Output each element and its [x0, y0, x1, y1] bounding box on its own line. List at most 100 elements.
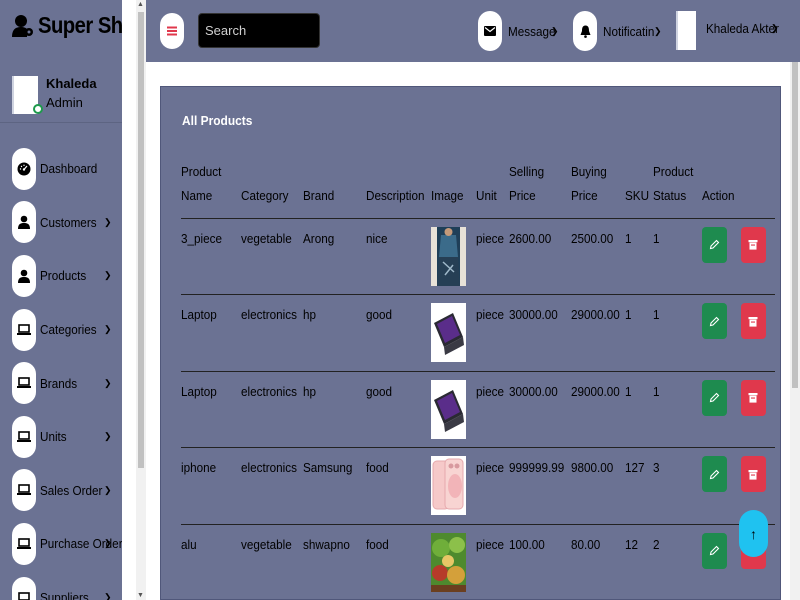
column-header-image: Image [431, 187, 464, 203]
laptop-icon [12, 362, 36, 405]
laptop-icon [12, 415, 36, 458]
edit-button[interactable] [701, 379, 727, 416]
cell-brand: hp [303, 307, 317, 322]
profile-role: Admin [46, 95, 83, 110]
trash-icon [748, 316, 758, 327]
delete-button[interactable] [740, 379, 766, 416]
laptop-icon [12, 522, 36, 565]
sidebar-item-label: Customers [40, 214, 97, 230]
sidebar: Super Shope Khaleda Admin Dashboard Cust… [0, 0, 122, 600]
edit-button[interactable] [701, 226, 727, 263]
user-avatar[interactable] [676, 11, 696, 50]
products-panel: All Products Product Name Category Brand … [160, 86, 781, 600]
cell-description: food [366, 536, 389, 552]
cell-buying-price: 80.00 [570, 536, 600, 552]
brand-logo[interactable]: Super Shope [12, 12, 122, 39]
trash-icon [748, 393, 758, 403]
sidebar-item-dashboard[interactable]: Dashboard [0, 142, 122, 196]
online-status-dot [33, 104, 43, 114]
trash-icon [748, 469, 758, 480]
column-header-selling-price: Selling Price [509, 163, 545, 203]
sidebar-scrollbar[interactable]: ▲ ▼ [136, 0, 146, 600]
cell-delete [740, 218, 775, 295]
sidebar-item-units[interactable]: Units ❯ [0, 410, 122, 464]
cell-description: good [366, 383, 393, 399]
vegetable-photo [431, 532, 476, 592]
cell-image [431, 448, 476, 525]
column-header-product-name: Product Name [181, 163, 222, 203]
products-table-body: 3_piece vegetable Arong nice piece 2600.00 250… [181, 218, 775, 600]
delete-button[interactable] [740, 226, 766, 263]
table-row: Laptop electronics hp good piece 30000.00 2900… [181, 371, 775, 448]
user-name-label[interactable]: Khaleda Akter [706, 21, 779, 36]
sidebar-item-products[interactable]: Products ❯ [0, 249, 122, 303]
sidebar-item-sales-order[interactable]: Sales Order ❯ [0, 464, 122, 518]
laptop-photo [431, 379, 476, 439]
table-row: 3_piece vegetable Arong nice piece 2600.00 250… [181, 218, 775, 295]
scroll-down-arrow-icon[interactable]: ▼ [137, 592, 144, 599]
trash-icon [748, 240, 758, 250]
scroll-up-arrow-icon[interactable]: ▲ [137, 1, 144, 8]
sidebar-item-customers[interactable]: Customers ❯ [0, 196, 122, 250]
main-scrollbar-thumb[interactable] [792, 62, 798, 388]
cell-edit [701, 295, 741, 372]
sidebar-item-suppliers[interactable]: Suppliers ❯ [0, 571, 122, 600]
message-button[interactable] [478, 11, 502, 51]
user-icon [12, 201, 36, 244]
chevron-down-icon: ❯ [104, 216, 112, 227]
cell-brand: Samsung [303, 460, 353, 475]
cell-edit [701, 448, 741, 525]
main-scrollbar[interactable] [790, 62, 800, 600]
user-gear-icon [12, 14, 33, 37]
notification-label[interactable]: Notificatin [603, 24, 654, 39]
cell-image [431, 524, 476, 600]
column-header-brand: Brand [303, 187, 335, 203]
cell-delete [740, 295, 775, 372]
cell-selling-price: 30000.00 [509, 383, 558, 399]
cell-delete [740, 371, 775, 448]
laptop-icon [12, 308, 36, 351]
notification-button[interactable] [573, 11, 597, 51]
edit-button[interactable] [701, 303, 727, 339]
sidebar-scrollbar-thumb[interactable] [138, 12, 144, 468]
cell-description: food [366, 460, 389, 475]
search-input[interactable] [198, 13, 320, 48]
column-header-sku: SKU [624, 187, 649, 203]
cell-sku: 1 [624, 230, 632, 246]
cell-product-name: alu [181, 536, 197, 552]
cell-sku: 12 [624, 536, 638, 552]
cell-buying-price: 29000.00 [570, 307, 620, 322]
cell-product-status: 1 [652, 230, 660, 246]
cell-edit [701, 218, 741, 295]
column-header-unit: Unit [476, 187, 497, 203]
top-header: Message ❯ Notificatin ❯ Khaleda Akter ❯ [146, 0, 800, 62]
sidebar-item-categories[interactable]: Categories ❯ [0, 303, 122, 357]
cell-brand: Arong [303, 230, 335, 246]
cell-selling-price: 30000.00 [509, 307, 558, 322]
cell-product-status: 3 [652, 460, 660, 475]
delete-button[interactable] [740, 303, 766, 339]
products-table: Product Name Category Brand Description I… [181, 157, 775, 600]
cell-product-status: 2 [652, 536, 660, 552]
profile-card[interactable]: Khaleda Admin [12, 76, 97, 114]
cell-sku: 127 [624, 460, 645, 475]
table-row: alu vegetable shwapno food piece 100.00 80.00 1… [181, 524, 775, 600]
hamburger-menu-button[interactable] [160, 13, 184, 49]
message-label[interactable]: Message [508, 24, 555, 39]
sidebar-item-purchase-order[interactable]: Purchase Order ❯ [0, 517, 122, 571]
edit-button[interactable] [701, 532, 727, 569]
cell-buying-price: 2500.00 [570, 230, 613, 246]
edit-button[interactable] [701, 456, 727, 492]
cell-unit: piece [476, 460, 505, 475]
chevron-down-icon: ❯ [551, 26, 559, 36]
sidebar-item-brands[interactable]: Brands ❯ [0, 356, 122, 410]
column-header-description: Description [366, 187, 425, 203]
cell-category: electronics [241, 383, 297, 399]
delete-button[interactable] [740, 456, 766, 492]
chevron-down-icon: ❯ [104, 431, 112, 442]
sidebar-item-label: Sales Order [40, 482, 103, 498]
cell-brand: shwapno [303, 536, 350, 552]
cell-product-name: iphone [181, 460, 217, 475]
scroll-to-top-button[interactable]: ↑ [739, 510, 768, 557]
cell-product-name: 3_piece [181, 230, 222, 246]
